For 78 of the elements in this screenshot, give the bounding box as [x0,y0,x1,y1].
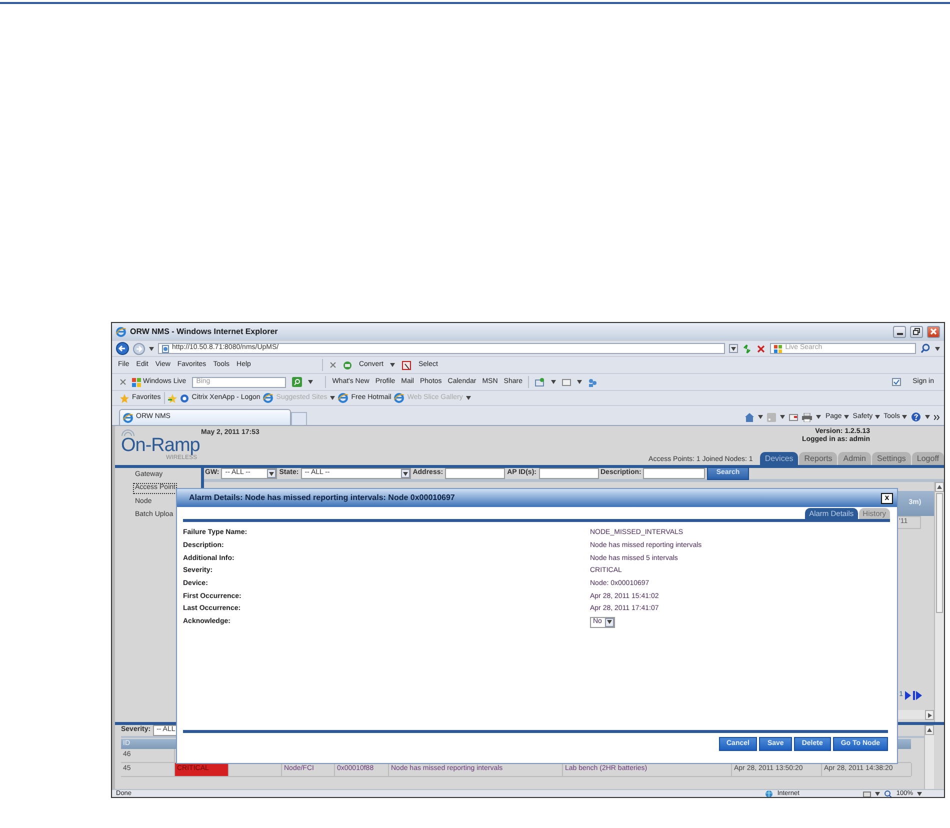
more-icon[interactable] [934,414,940,420]
caret-icon [844,414,849,419]
browser-icon [338,393,348,403]
back-button[interactable] [116,342,129,355]
close-icon [930,328,937,335]
zoom-caret-icon[interactable] [917,792,922,796]
filter-input[interactable] [538,468,598,479]
filter-input[interactable] [445,468,506,479]
globe-icon [765,790,774,797]
scroll-up-icon [937,485,942,489]
nav-tab[interactable]: Settings [872,452,911,465]
page-icon [162,344,169,352]
browser-icon [123,412,133,422]
help-icon[interactable] [911,412,921,422]
nav-tab[interactable]: Reports [799,452,838,465]
feeds-caret-icon[interactable] [780,415,786,419]
scroll-right-icon [928,712,932,718]
mail-icon[interactable] [562,378,572,386]
restore-icon [913,328,920,335]
bing-caret-icon[interactable] [308,380,314,384]
filter-input[interactable] [643,468,706,479]
refresh-icon[interactable] [742,344,752,354]
caret-icon [402,472,408,476]
search-icon[interactable] [920,343,931,354]
next-page-icon[interactable] [905,691,911,700]
logo-name: On-Ramp [121,436,201,455]
last-page-icon[interactable] [913,691,922,700]
history-caret-icon[interactable] [149,346,154,350]
photo-share-icon[interactable] [535,378,546,386]
help-caret-icon[interactable] [925,415,930,419]
close-toolbar-icon[interactable] [330,362,336,368]
browser-icon [116,326,126,336]
checkbox-icon[interactable] [892,378,901,386]
protected-mode-icon [863,790,872,797]
home-caret-icon[interactable] [758,415,764,419]
nav-tab[interactable]: Admin [838,452,871,465]
dialog-title: Alarm Details: Node has missed reporting intervals: Node 0x00010697 [189,493,455,503]
caret-icon [606,620,612,624]
mail-icon[interactable] [789,414,798,420]
star-icon [120,394,129,402]
minimize-button[interactable] [893,326,906,338]
close-button[interactable]: x [881,492,893,504]
select-icon [402,360,412,370]
scroll-up-icon [927,728,932,732]
nav-tab[interactable]: Devices [760,452,798,465]
mail-caret-icon[interactable] [577,380,582,384]
forward-button[interactable] [133,342,145,354]
nav-tab[interactable]: Logoff [912,452,944,465]
search-icon[interactable] [292,377,302,387]
photo-share-caret-icon[interactable] [551,380,556,384]
caret-icon [269,472,274,476]
zone-caret-icon[interactable] [875,792,880,796]
restore-button[interactable] [910,326,923,338]
people-icon[interactable] [588,378,598,386]
convert-caret-icon[interactable] [390,363,396,367]
signal-waves-icon [121,429,135,436]
print-icon[interactable] [802,412,812,422]
zoom-icon [884,790,892,797]
close-button[interactable] [927,326,940,338]
print-caret-icon[interactable] [816,415,822,419]
search-options-caret-icon[interactable] [934,346,940,350]
caret-icon [731,346,736,350]
caret-icon [874,414,880,419]
convert-icon [342,360,352,370]
home-icon[interactable] [745,412,754,422]
close-toolbar-icon[interactable] [120,379,126,385]
windows-live-icon [132,378,141,386]
caret-icon [902,414,907,419]
add-favorite-icon[interactable] [168,394,177,402]
vertical-scrollbar[interactable] [924,725,934,789]
citrix-icon [180,394,189,402]
windows-live-icon [774,344,782,352]
browser-icon [394,393,404,403]
vertical-scrollbar[interactable] [934,482,944,722]
window-title: ORW NMS - Windows Internet Explorer [130,326,278,336]
address-dropdown[interactable] [729,344,738,353]
browser-icon [263,393,274,403]
stop-icon[interactable] [756,344,766,354]
